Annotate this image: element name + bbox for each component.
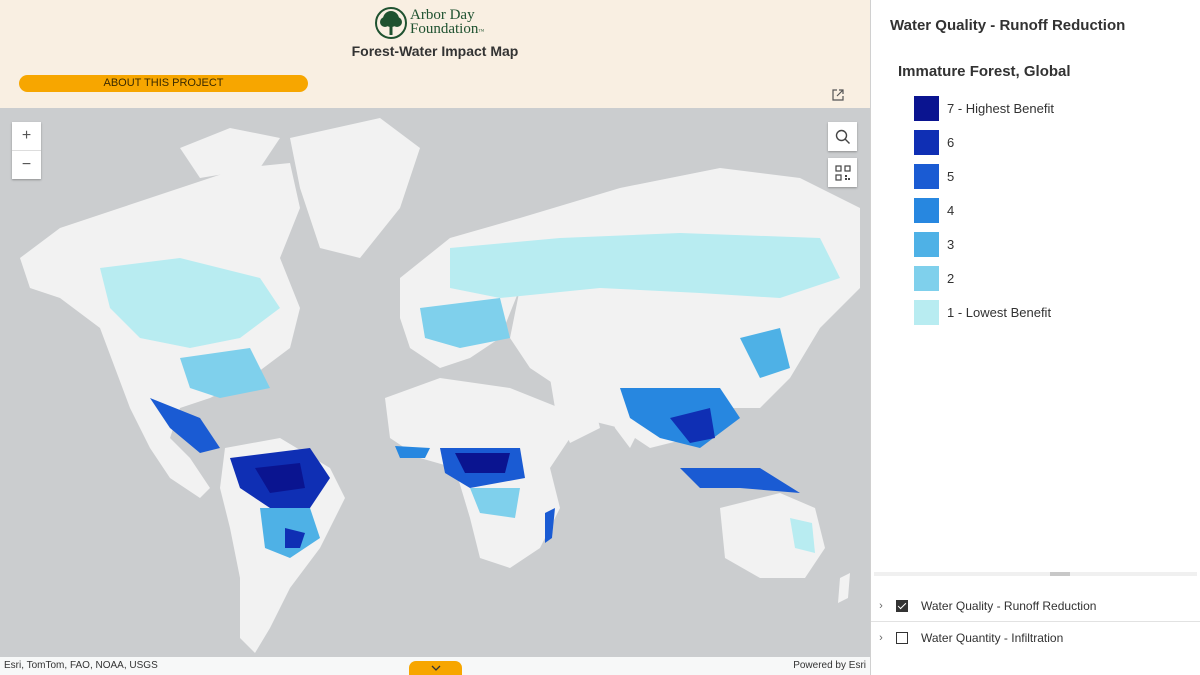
zoom-control: + − <box>12 122 41 179</box>
legend-panel: Water Quality - Runoff Reduction Immatur… <box>870 0 1200 675</box>
qr-code-button[interactable] <box>828 158 857 187</box>
layer-checkbox-water-quantity[interactable] <box>896 632 908 644</box>
chevron-right-icon[interactable]: › <box>874 632 888 644</box>
legend-swatch <box>914 266 939 291</box>
zoom-out-button[interactable]: − <box>12 151 41 179</box>
legend-label: 2 <box>947 271 955 286</box>
layer-label: Water Quality - Runoff Reduction <box>921 598 1097 613</box>
legend-swatch <box>914 130 939 155</box>
chevron-down-icon <box>431 665 440 671</box>
expand-panel-button[interactable] <box>409 661 462 675</box>
legend-label: 4 <box>947 203 955 218</box>
legend-label: 5 <box>947 169 955 184</box>
legend-swatch <box>914 300 939 325</box>
layer-row-water-quantity[interactable]: › Water Quantity - Infiltration <box>871 622 1200 654</box>
share-icon[interactable] <box>831 88 845 102</box>
horizontal-scrollbar[interactable] <box>874 572 1197 576</box>
powered-by-esri[interactable]: Powered by Esri <box>793 660 866 671</box>
app: Arbor Day Foundation™ Forest-Water Impac… <box>0 0 1200 675</box>
legend-label: 6 <box>947 135 955 150</box>
logo-trademark: ™ <box>478 28 485 35</box>
scrollbar-thumb[interactable] <box>1050 572 1070 576</box>
legend-list: 7 - Highest Benefit 6 5 4 3 2 1 - Lowest Benef… <box>914 96 1054 334</box>
legend-item: 6 <box>914 130 1054 164</box>
legend-swatch <box>914 164 939 189</box>
search-button[interactable] <box>828 122 857 151</box>
layer-label: Water Quantity - Infiltration <box>921 631 1064 645</box>
world-map[interactable]: + − <box>0 108 870 675</box>
legend-item: 3 <box>914 232 1054 266</box>
about-this-project-button[interactable]: ABOUT THIS PROJECT <box>19 75 308 92</box>
map-area: Arbor Day Foundation™ Forest-Water Impac… <box>0 0 870 675</box>
legend-label: 3 <box>947 237 955 252</box>
logo-line-1: Arbor Day <box>410 6 475 23</box>
legend-item: 4 <box>914 198 1054 232</box>
legend-title: Immature Forest, Global <box>898 63 1071 80</box>
legend-label: 1 - Lowest Benefit <box>947 305 1052 320</box>
land-masses <box>20 118 860 653</box>
legend-item: 5 <box>914 164 1054 198</box>
chevron-right-icon[interactable]: › <box>874 600 888 612</box>
layer-row-water-quality[interactable]: › Water Quality - Runoff Reduction <box>871 590 1200 622</box>
search-icon <box>835 129 850 144</box>
world-map-graphic <box>20 118 860 653</box>
qr-code-icon <box>834 164 851 181</box>
legend-label: 7 - Highest Benefit <box>947 101 1054 116</box>
attribution-sources[interactable]: Esri, TomTom, FAO, NOAA, USGS <box>4 660 158 671</box>
tree-logo-icon <box>375 7 407 39</box>
logo-line-2: Foundation <box>410 20 479 37</box>
legend-swatch <box>914 96 939 121</box>
legend-item: 7 - Highest Benefit <box>914 96 1054 130</box>
panel-title: Water Quality - Runoff Reduction <box>890 17 1126 34</box>
logo-text: Arbor Day Foundation™ <box>410 6 485 39</box>
zoom-in-button[interactable]: + <box>12 122 41 150</box>
header: Arbor Day Foundation™ Forest-Water Impac… <box>0 0 870 108</box>
legend-item: 2 <box>914 266 1054 300</box>
legend-swatch <box>914 232 939 257</box>
arbor-day-logo[interactable]: Arbor Day Foundation™ <box>375 6 484 40</box>
legend-item: 1 - Lowest Benefit <box>914 300 1054 334</box>
map-title: Forest-Water Impact Map <box>351 43 519 59</box>
layer-checkbox-water-quality[interactable] <box>896 599 908 612</box>
legend-swatch <box>914 198 939 223</box>
